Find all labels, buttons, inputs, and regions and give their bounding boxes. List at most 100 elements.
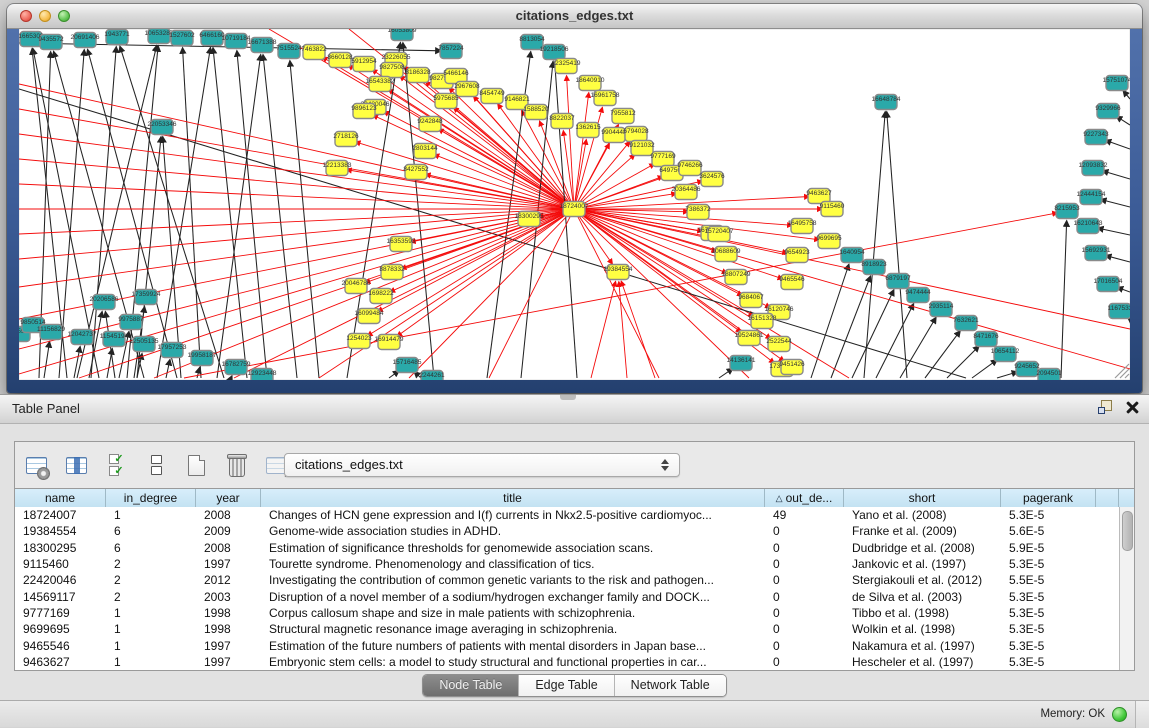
tab-network-table[interactable]: Network Table <box>615 675 726 696</box>
node-teal[interactable]: 15751074 <box>1103 76 1130 91</box>
table-row[interactable]: 2242004622012Investigating the contribut… <box>15 572 1119 588</box>
node-teal[interactable]: 8918923 <box>861 260 887 275</box>
node-yellow[interactable]: 18640910 <box>576 76 605 91</box>
node-teal[interactable]: 7515524 <box>276 44 302 59</box>
node-teal[interactable]: 7857224 <box>438 44 464 59</box>
float-panel-icon[interactable] <box>1098 400 1112 414</box>
node-teal[interactable]: 14136141 <box>727 356 756 371</box>
node-teal[interactable]: 16053809 <box>388 29 417 41</box>
node-yellow[interactable]: 9465546 <box>779 275 805 290</box>
window-titlebar[interactable]: citations_edges.txt <box>7 4 1142 29</box>
table-settings-icon[interactable] <box>23 452 50 479</box>
node-teal[interactable]: 17016504 <box>1094 277 1123 292</box>
node-teal[interactable]: 10654112 <box>991 347 1020 362</box>
table-row[interactable]: 1872400712008Changes of HCN gene express… <box>15 507 1119 523</box>
node-teal[interactable]: 16671388 <box>248 38 277 53</box>
node-teal[interactable]: 6879197 <box>885 274 911 289</box>
node-yellow[interactable]: 9684067 <box>738 293 764 308</box>
node-teal[interactable]: 17957253 <box>158 343 187 358</box>
column-header-title[interactable]: title <box>261 489 765 507</box>
node-yellow[interactable]: 9699695 <box>816 234 842 249</box>
tab-edge-table[interactable]: Edge Table <box>519 675 614 696</box>
node-teal[interactable]: 15716485 <box>393 358 422 373</box>
node-yellow[interactable]: 16961758 <box>591 91 620 106</box>
node-teal[interactable]: 20206586 <box>90 295 119 310</box>
node-teal[interactable]: 16648784 <box>872 95 901 110</box>
canvas-resize-grip[interactable] <box>1115 364 1129 378</box>
table-row[interactable]: 911546021997Tourette syndrome. Phenomeno… <box>15 556 1119 572</box>
node-yellow[interactable]: 18300295 <box>515 212 544 227</box>
node-teal[interactable]: 11545194 <box>100 332 129 347</box>
node-teal[interactable]: 8471676 <box>973 332 999 347</box>
node-teal[interactable]: 11156829 <box>37 325 65 340</box>
new-doc-icon[interactable] <box>183 452 210 479</box>
table-row[interactable]: 1938455462009Genome-wide association stu… <box>15 523 1119 539</box>
window-grow-box[interactable] <box>1135 701 1149 728</box>
node-yellow[interactable]: 12213383 <box>323 161 352 176</box>
node-yellow[interactable]: 1698222 <box>368 289 394 304</box>
table-row[interactable]: 946554611997Estimation of the future num… <box>15 637 1119 653</box>
node-yellow[interactable]: 8454749 <box>479 89 505 104</box>
node-yellow[interactable]: 9777169 <box>650 152 676 167</box>
node-yellow[interactable]: 8822037 <box>549 114 575 129</box>
table-row[interactable]: 977716911998Corpus callosum shape and si… <box>15 605 1119 621</box>
column-header-short[interactable]: short <box>844 489 1001 507</box>
node-yellow[interactable]: 2803144 <box>412 144 438 159</box>
node-yellow[interactable]: 8186328 <box>405 68 431 83</box>
node-teal[interactable]: 1527602 <box>169 31 195 46</box>
node-teal[interactable]: 1167533 <box>1108 304 1130 319</box>
node-yellow[interactable]: 7955812 <box>610 109 636 124</box>
column-header-out_degree[interactable]: △out_de... <box>765 489 844 507</box>
node-teal[interactable]: 2244261 <box>419 371 445 381</box>
node-teal[interactable]: 16210643 <box>1074 219 1103 234</box>
node-yellow[interactable]: 8427552 <box>403 165 429 180</box>
node-teal[interactable]: 16782759 <box>222 360 251 375</box>
node-yellow[interactable]: 1362615 <box>575 123 601 138</box>
node-teal[interactable]: 7632621 <box>953 316 979 331</box>
node-yellow[interactable]: 2522544 <box>766 337 792 352</box>
node-yellow[interactable]: 5975685 <box>433 94 459 109</box>
table-row[interactable]: 1830029562008Estimation of significance … <box>15 540 1119 556</box>
node-yellow[interactable]: 19384554 <box>604 265 633 280</box>
node-yellow[interactable]: 9451426 <box>779 360 805 375</box>
node-yellow[interactable]: 19524861 <box>735 331 764 346</box>
node-yellow[interactable]: 16353593 <box>387 237 416 252</box>
scrollbar-thumb[interactable] <box>1122 511 1133 551</box>
panel-splitter-handle[interactable] <box>560 395 576 400</box>
node-yellow[interactable]: 1588520 <box>523 105 549 120</box>
node-yellow[interactable]: 16543382 <box>366 77 395 92</box>
select-columns-icon[interactable] <box>63 452 90 479</box>
node-yellow[interactable]: 20046786 <box>342 279 371 294</box>
node-teal[interactable]: 12923448 <box>248 369 277 381</box>
node-yellow[interactable]: 9896123 <box>351 104 377 119</box>
node-yellow[interactable]: 16151328 <box>748 314 777 329</box>
node-yellow[interactable]: 3624576 <box>699 172 725 187</box>
network-graph[interactable]: 1872400716653099435572206914061943771106… <box>19 29 1130 380</box>
node-teal[interactable]: 12093832 <box>1079 161 1108 176</box>
node-teal[interactable]: 1943771 <box>104 30 130 45</box>
column-header-year[interactable]: year <box>196 489 261 507</box>
rows-icon[interactable] <box>143 452 170 479</box>
node-teal[interactable]: 17359924 <box>132 290 161 305</box>
node-yellow[interactable]: 6794028 <box>623 127 649 142</box>
close-panel-icon[interactable] <box>1126 401 1139 414</box>
node-yellow[interactable]: 10688609 <box>712 247 741 262</box>
hub-node[interactable]: 18724007 <box>560 202 589 217</box>
column-header-name[interactable]: name <box>15 489 106 507</box>
node-teal[interactable]: 19218506 <box>540 45 569 60</box>
node-yellow[interactable]: 9115460 <box>820 202 845 217</box>
table-row[interactable]: 969969511998Structural magnetic resonanc… <box>15 621 1119 637</box>
node-yellow[interactable]: 5912954 <box>351 57 377 72</box>
node-yellow[interactable]: 8660128 <box>327 53 353 68</box>
column-header-pagerank[interactable]: pagerank <box>1001 489 1096 507</box>
node-yellow[interactable]: 7463822 <box>301 45 327 60</box>
node-teal[interactable]: 10719184 <box>222 34 251 49</box>
node-teal[interactable]: 12444154 <box>1077 190 1106 205</box>
node-teal[interactable]: 9435572 <box>38 35 64 50</box>
node-teal[interactable]: 12042737 <box>68 330 97 345</box>
node-teal[interactable]: 9227343 <box>1083 130 1109 145</box>
column-header-in_degree[interactable]: in_degree <box>106 489 196 507</box>
node-teal[interactable]: 9329966 <box>1095 104 1121 119</box>
node-yellow[interactable]: 1254023 <box>346 334 372 349</box>
node-yellow[interactable]: 18807249 <box>722 270 751 285</box>
